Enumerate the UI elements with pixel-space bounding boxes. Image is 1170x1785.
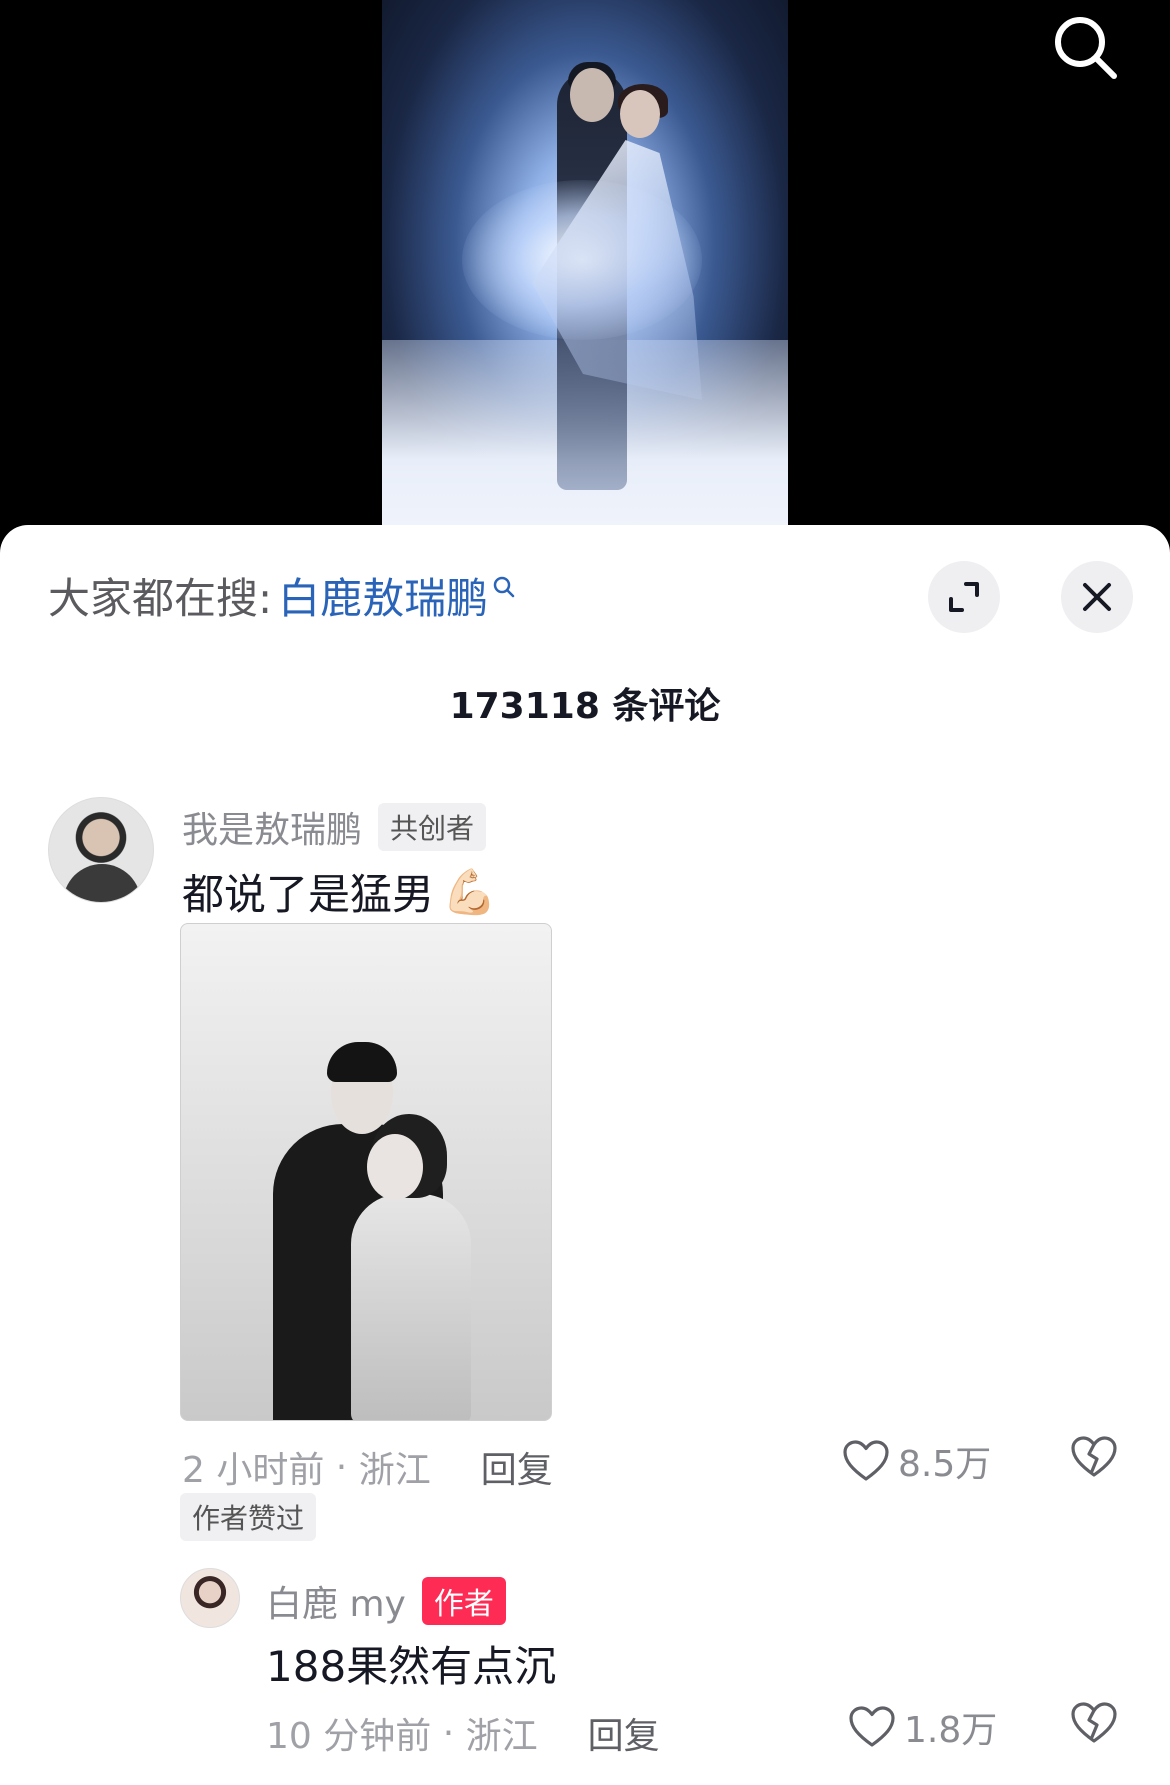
expand-button[interactable] — [928, 561, 1000, 633]
comment-time: 2 小时前 — [182, 1450, 325, 1491]
comment-meta: 10 分钟前 · 浙江 回复 — [266, 1707, 660, 1759]
comment-meta: 2 小时前 · 浙江 回复 — [182, 1441, 553, 1493]
comment-sheet: 大家都在搜: 白鹿敖瑞鹏 173118 条评论 我是敖瑞鹏 共创者 都说了是猛男… — [0, 525, 1170, 1785]
video-figure-head-woman — [620, 90, 660, 138]
comment-header: 白鹿 my 作者 — [266, 1575, 506, 1627]
close-icon — [1083, 583, 1111, 611]
search-icon[interactable] — [1050, 12, 1120, 82]
like-button[interactable]: 1.8万 — [848, 1701, 997, 1753]
broken-heart-icon — [1071, 1436, 1117, 1477]
avatar[interactable] — [48, 797, 154, 903]
dislike-button[interactable] — [1070, 1701, 1118, 1749]
like-button[interactable]: 8.5万 — [842, 1435, 991, 1487]
flexed-bicep-emoji: 💪🏻 — [442, 866, 497, 918]
expand-icon — [949, 582, 979, 612]
author-liked-badge: 作者赞过 — [180, 1493, 317, 1541]
author-badge: 作者 — [421, 1577, 506, 1625]
reply-button[interactable]: 回复 — [588, 1707, 660, 1759]
comment-text: 都说了是猛男 💪🏻 — [182, 861, 497, 922]
video-figure-head — [570, 68, 614, 122]
comment-image[interactable] — [180, 923, 552, 1421]
comment-location: 浙江 — [465, 1716, 538, 1757]
reply-button[interactable]: 回复 — [481, 1441, 553, 1493]
comment-header: 我是敖瑞鹏 共创者 — [182, 801, 487, 853]
comment-count: 173118 条评论 — [449, 686, 721, 727]
like-count: 1.8万 — [904, 1710, 998, 1751]
heart-icon — [843, 1440, 889, 1481]
video-frame[interactable] — [382, 0, 788, 540]
dislike-button[interactable] — [1070, 1435, 1118, 1483]
trending-search-bar[interactable]: 大家都在搜: 白鹿敖瑞鹏 — [48, 567, 516, 623]
comment-text-body: 都说了是猛男 — [182, 870, 435, 919]
like-count: 8.5万 — [898, 1444, 992, 1485]
comment-location: 浙江 — [358, 1450, 431, 1491]
heart-icon — [849, 1706, 895, 1747]
avatar[interactable] — [180, 1568, 240, 1628]
comment-text: 188果然有点沉 — [266, 1642, 557, 1691]
trending-query-link[interactable]: 白鹿敖瑞鹏 — [278, 565, 488, 626]
comment-time: 10 分钟前 — [266, 1716, 432, 1757]
trending-label: 大家都在搜: — [48, 573, 273, 623]
broken-heart-icon — [1071, 1702, 1117, 1743]
search-icon — [492, 560, 516, 609]
cocreator-badge: 共创者 — [378, 803, 487, 851]
close-button[interactable] — [1061, 561, 1133, 633]
video-player[interactable] — [0, 0, 1170, 540]
username[interactable]: 我是敖瑞鹏 — [182, 801, 362, 853]
username[interactable]: 白鹿 my — [266, 1575, 406, 1627]
